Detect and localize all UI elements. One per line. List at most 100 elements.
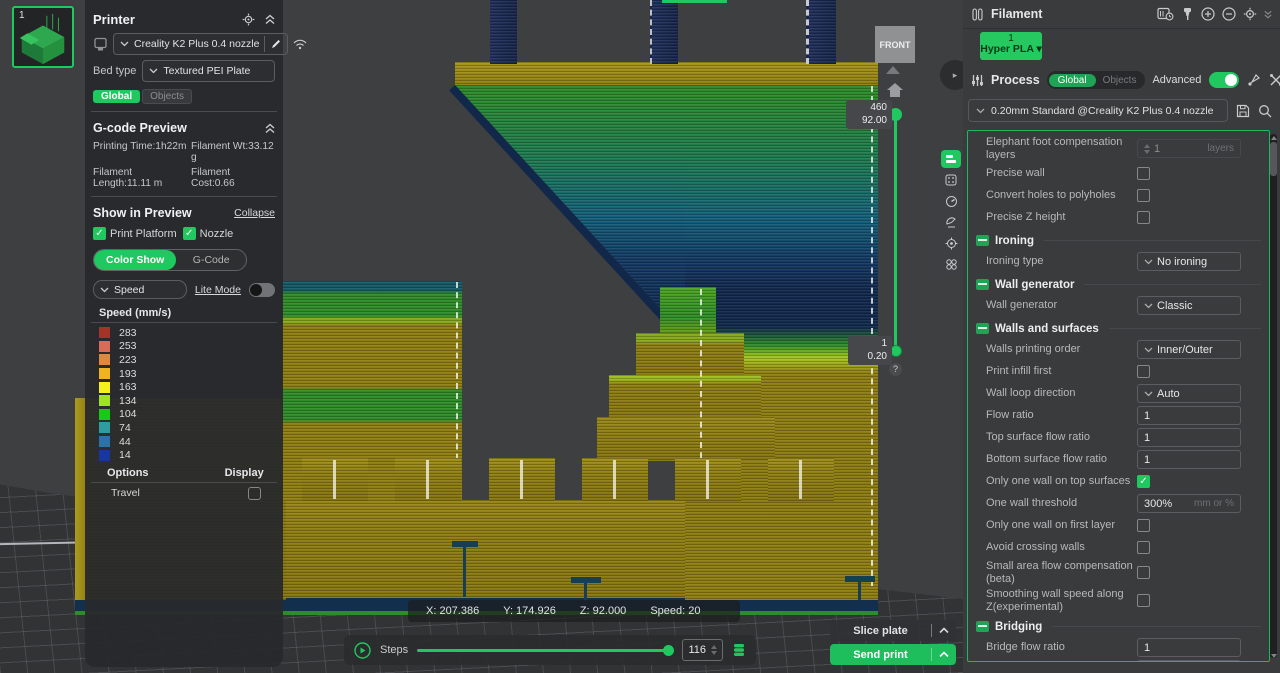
setting-input[interactable]: 1layers	[1137, 139, 1241, 158]
lite-mode-toggle[interactable]	[249, 283, 275, 297]
send-options-chevron-icon[interactable]	[932, 651, 956, 658]
travel-checkbox[interactable]	[248, 487, 261, 500]
help-icon[interactable]: ?	[889, 363, 902, 376]
search-preset-icon[interactable]	[1258, 104, 1272, 118]
layer-slider-track[interactable]	[894, 113, 897, 352]
setting-select[interactable]: Auto	[1137, 384, 1241, 403]
gear-view-icon[interactable]	[941, 234, 961, 252]
tab-color-show[interactable]: Color Show	[94, 250, 176, 270]
settings-section: Bridging	[968, 615, 1269, 637]
steps-slider[interactable]	[417, 649, 673, 652]
bed-type-dropdown[interactable]: Textured PEI Plate	[142, 60, 275, 82]
setting-label: Print infill first	[986, 365, 1137, 378]
spinner-arrows-icon[interactable]	[711, 645, 717, 655]
setting-checkbox[interactable]	[1137, 189, 1150, 202]
setting-label: Elephant foot compensation layers	[986, 136, 1137, 162]
settings-scrollbar[interactable]	[1270, 134, 1277, 658]
radar-view-icon[interactable]	[941, 213, 961, 231]
layers-view-icon[interactable]	[941, 150, 961, 168]
setting-input[interactable]: 1	[1137, 638, 1241, 657]
setting-select[interactable]: No ironing	[1137, 252, 1241, 271]
setting-checkbox[interactable]	[1137, 211, 1150, 224]
setting-checkbox[interactable]	[1137, 566, 1150, 579]
printer-collapse-icon[interactable]	[265, 14, 275, 25]
setting-label: Flow ratio	[986, 409, 1137, 422]
home-icon[interactable]	[886, 82, 904, 98]
printer-device-icon	[93, 37, 108, 52]
nav-cube-arrow[interactable]	[886, 66, 900, 74]
remove-filament-icon[interactable]	[1222, 7, 1236, 21]
printer-tab-objects[interactable]: Objects	[142, 89, 192, 104]
wifi-icon[interactable]	[293, 39, 307, 50]
setting-checkbox[interactable]	[1137, 365, 1150, 378]
slice-plate-button[interactable]: Slice plate	[830, 620, 956, 641]
setting-label: Walls printing order	[986, 343, 1137, 356]
save-preset-icon[interactable]	[1236, 104, 1250, 118]
spinner-arrows-icon[interactable]	[1144, 144, 1150, 154]
setting-input[interactable]: 1	[1137, 406, 1241, 425]
send-print-button[interactable]: Send print	[830, 644, 956, 665]
setting-checkbox[interactable]	[1137, 519, 1150, 532]
legend-swatch	[99, 368, 110, 379]
setting-label: Convert holes to polyholes	[986, 189, 1137, 202]
printer-preset-dropdown[interactable]: Creality K2 Plus 0.4 nozzle	[113, 33, 288, 55]
param-tools-icon[interactable]	[1269, 73, 1280, 87]
grid-view-icon[interactable]	[941, 171, 961, 189]
filament-settings-gear-icon[interactable]	[1243, 7, 1257, 21]
steps-value-spinner[interactable]: 116	[682, 639, 723, 661]
preview-checkbox[interactable]: ✓	[183, 227, 196, 240]
ironing-icon	[976, 235, 989, 246]
process-tab-global[interactable]: Global	[1049, 74, 1096, 87]
slice-options-chevron-icon[interactable]	[932, 627, 956, 634]
setting-row: Smoothing wall speed along Z(experimenta…	[968, 587, 1269, 615]
setting-checkbox[interactable]: ✓	[1137, 475, 1150, 488]
play-icon[interactable]	[354, 642, 371, 659]
steps-slider-handle[interactable]	[663, 645, 674, 656]
filament-collapse-icon[interactable]	[1264, 10, 1272, 19]
process-preset-dropdown[interactable]: 0.20mm Standard @Creality K2 Plus 0.4 no…	[968, 99, 1228, 122]
printer-settings-gear-icon[interactable]	[242, 13, 255, 26]
scrollbar-thumb[interactable]	[1270, 142, 1277, 176]
collapse-link[interactable]: Collapse	[234, 207, 275, 219]
view-type-dropdown[interactable]: Speed	[93, 280, 187, 299]
setting-input[interactable]: 1	[1137, 660, 1241, 662]
extruder-icon[interactable]	[1181, 7, 1194, 21]
advanced-toggle[interactable]	[1209, 72, 1239, 88]
setting-label: Wall generator	[986, 299, 1137, 312]
bed-type-value: Textured PEI Plate	[163, 65, 250, 77]
display-column-header: Display	[225, 467, 264, 479]
legend-value: 74	[119, 422, 131, 434]
scroll-up-icon[interactable]	[1271, 136, 1277, 140]
printer-tab-global[interactable]: Global	[93, 90, 140, 103]
setting-checkbox[interactable]	[1137, 167, 1150, 180]
gcode-collapse-icon[interactable]	[265, 123, 275, 134]
paint-tool-icon[interactable]	[1247, 73, 1261, 87]
setting-select[interactable]: Classic	[1137, 296, 1241, 315]
setting-select[interactable]: Inner/Outer	[1137, 340, 1241, 359]
nav-cube-front[interactable]: FRONT	[875, 26, 915, 63]
panel-collapse-handle[interactable]: ▸	[940, 60, 963, 90]
process-tab-objects[interactable]: Objects	[1096, 74, 1144, 87]
setting-row: Precise wall	[968, 163, 1269, 185]
clover-view-icon[interactable]	[941, 255, 961, 273]
layer-stack-icon[interactable]	[732, 643, 746, 657]
ams-sync-icon[interactable]	[1157, 7, 1174, 21]
edit-printer-pencil-icon[interactable]	[264, 36, 287, 52]
speed-view-icon[interactable]	[941, 192, 961, 210]
preview-viewport[interactable]: FRONT 460 92.00 1 0.20 ?	[0, 0, 963, 673]
add-filament-icon[interactable]	[1201, 7, 1215, 21]
scroll-down-icon[interactable]	[1271, 654, 1277, 658]
preview-checkbox[interactable]: ✓	[93, 227, 106, 240]
plate-thumbnail[interactable]: 1	[12, 6, 74, 68]
model-pillar	[490, 0, 517, 64]
setting-row: Bottom surface flow ratio 1	[968, 449, 1269, 471]
setting-input[interactable]: 1	[1137, 428, 1241, 447]
setting-checkbox[interactable]	[1137, 594, 1150, 607]
model-support	[463, 547, 466, 597]
tab-gcode[interactable]: G-Code	[176, 254, 246, 266]
setting-input[interactable]: 300%mm or %	[1137, 494, 1241, 513]
setting-input[interactable]: 1	[1137, 450, 1241, 469]
filament-chip[interactable]: 1 Hyper PLA ▾	[980, 32, 1042, 60]
section-title: Bridging	[995, 621, 1042, 633]
setting-checkbox[interactable]	[1137, 541, 1150, 554]
